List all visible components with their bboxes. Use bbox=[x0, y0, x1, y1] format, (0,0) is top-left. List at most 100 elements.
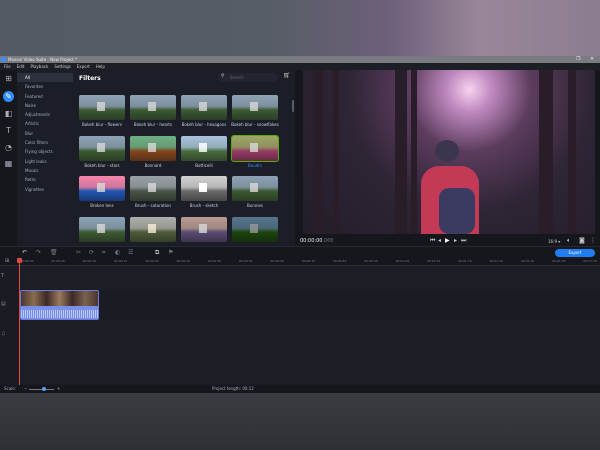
timeline-ruler[interactable]: ⊞ 00:00:00 00:00:05 00:00:10 00:00:15 00:00:… bbox=[0, 258, 600, 266]
filter-thumbnail[interactable] bbox=[232, 95, 278, 120]
ruler-tick-label: 00:00:30 bbox=[207, 259, 222, 263]
category-blur[interactable]: Blur bbox=[17, 129, 73, 138]
crop-icon[interactable]: ⌗ bbox=[102, 249, 105, 257]
category-all[interactable]: All bbox=[17, 73, 73, 83]
filter-label: Bunnies bbox=[246, 203, 263, 208]
filter-thumbnail[interactable] bbox=[79, 95, 125, 120]
category-noise[interactable]: Noise bbox=[17, 101, 73, 110]
filter-thumbnail[interactable] bbox=[181, 95, 227, 120]
filter-label: Bonnard bbox=[144, 163, 162, 168]
title-track[interactable] bbox=[18, 266, 600, 290]
rotate-icon[interactable]: ⟳ bbox=[89, 249, 94, 256]
filter-thumbnail[interactable] bbox=[231, 135, 279, 162]
filter-label: Bokeh blur - hexagons bbox=[181, 122, 227, 127]
ruler-tick-label: 00:00:50 bbox=[333, 259, 347, 263]
scale-slider-handle[interactable] bbox=[42, 387, 46, 391]
playhead-handle[interactable] bbox=[17, 258, 22, 263]
music-track[interactable] bbox=[18, 320, 600, 384]
timeline-tracks: T ▤ ♫ bbox=[0, 266, 600, 385]
undo-icon[interactable]: ↶ bbox=[22, 249, 27, 256]
category-vignettes[interactable]: Vignettes bbox=[17, 185, 73, 194]
filter-thumbnail[interactable] bbox=[130, 176, 176, 201]
more-options-icon[interactable]: ⋮ bbox=[590, 237, 596, 244]
menu-playback[interactable]: Playback bbox=[30, 63, 48, 70]
ruler-tick-label: 00:00:25 bbox=[176, 259, 190, 263]
menu-help[interactable]: Help bbox=[96, 63, 105, 70]
restore-icon[interactable]: ❐ bbox=[576, 56, 580, 63]
filter-thumbnail[interactable] bbox=[79, 136, 125, 161]
menu-settings[interactable]: Settings bbox=[54, 63, 70, 70]
filter-label: Bokeh blur - hearts bbox=[133, 122, 173, 127]
skip-start-icon[interactable]: ⏮ bbox=[430, 237, 435, 245]
close-icon[interactable]: ✕ bbox=[590, 56, 594, 63]
menu-edit[interactable]: Edit bbox=[17, 63, 25, 70]
cut-icon[interactable]: ✂ bbox=[76, 249, 81, 256]
filter-label: Brush - sketch bbox=[189, 203, 219, 208]
zoom-out-icon[interactable]: − bbox=[24, 385, 27, 393]
menu-file[interactable]: File bbox=[4, 63, 11, 70]
filter-thumbnail[interactable] bbox=[181, 217, 227, 242]
transitions-icon[interactable]: ◧ bbox=[3, 108, 14, 119]
filter-label: Bokeh blur - stars bbox=[84, 163, 120, 168]
stickers-icon[interactable]: ◔ bbox=[3, 142, 14, 153]
store-cart-icon[interactable]: 🛒︎ bbox=[283, 72, 291, 79]
aspect-ratio-select[interactable]: 16:9 ▾ bbox=[548, 239, 560, 244]
category-light-leaks[interactable]: Light leaks bbox=[17, 157, 73, 166]
category-mosaic[interactable]: Mosaic bbox=[17, 166, 73, 175]
more-tools-icon[interactable]: ▦ bbox=[3, 158, 14, 169]
ruler-tick-label: 00:00:15 bbox=[113, 259, 128, 263]
category-favorites[interactable]: Favorites bbox=[17, 82, 73, 91]
filter-thumbnail[interactable] bbox=[130, 217, 176, 242]
category-adjustments[interactable]: Adjustments bbox=[17, 110, 73, 119]
category-flying-objects[interactable]: Flying objects bbox=[17, 147, 73, 156]
category-artistic[interactable]: Artistic bbox=[17, 119, 73, 128]
filter-thumbnail[interactable] bbox=[79, 176, 125, 201]
import-icon[interactable]: ⊞ bbox=[3, 73, 14, 84]
filter-label: Boudin bbox=[248, 163, 262, 168]
menu-export[interactable]: Export bbox=[77, 63, 90, 70]
filter-thumbnail[interactable] bbox=[130, 95, 176, 120]
clip-audio-waveform bbox=[21, 306, 98, 319]
ruler-tick-label: 00:00:40 bbox=[270, 259, 284, 263]
filter-label: Bokeh blur - flowers bbox=[82, 122, 122, 127]
filter-thumbnail[interactable] bbox=[79, 217, 125, 242]
window-title: Movavi Video Suite - New Project * bbox=[8, 57, 78, 62]
preview-panel: 00:00:00.000 ⏮ ◂ ▶ ▸ ⏭ 16:9 ▾ 🔈︎ ◙ ⋮ bbox=[297, 70, 600, 246]
snapshot-icon[interactable]: ◙ bbox=[579, 237, 585, 244]
add-track-icon[interactable]: ⊞ bbox=[5, 258, 9, 264]
clip-thumbnails bbox=[21, 291, 98, 306]
filters-icon[interactable]: ✎ bbox=[3, 91, 14, 102]
playhead[interactable] bbox=[19, 258, 20, 385]
play-icon[interactable]: ▶ bbox=[445, 237, 450, 244]
filter-label: Broken lens bbox=[90, 203, 114, 208]
clip-properties-icon[interactable]: ☰ bbox=[128, 249, 133, 256]
category-featured[interactable]: Featured bbox=[17, 92, 73, 101]
filter-thumbnail[interactable] bbox=[181, 136, 227, 161]
export-button[interactable]: Export bbox=[555, 249, 595, 257]
category-retro[interactable]: Retro bbox=[17, 175, 73, 184]
prev-frame-icon[interactable]: ◂ bbox=[438, 237, 441, 244]
filter-thumbnail[interactable] bbox=[232, 176, 278, 201]
overlay-icon[interactable]: ⧉ bbox=[155, 249, 159, 257]
video-track-icon: ▤ bbox=[1, 301, 6, 307]
titles-icon[interactable]: T bbox=[3, 125, 14, 136]
scrollbar[interactable] bbox=[292, 100, 294, 112]
next-frame-icon[interactable]: ▸ bbox=[454, 237, 457, 244]
ruler-tick-label: 00:00:10 bbox=[82, 259, 97, 263]
video-clip[interactable] bbox=[20, 290, 99, 320]
color-adjust-icon[interactable]: ◐ bbox=[115, 249, 120, 256]
filter-thumbnail[interactable] bbox=[232, 217, 278, 242]
filter-label: Bokeh blur - snowflakes bbox=[231, 122, 279, 127]
redo-icon[interactable]: ↷ bbox=[36, 249, 41, 256]
search-input[interactable]: Search bbox=[218, 73, 278, 82]
zoom-in-icon[interactable]: + bbox=[57, 385, 60, 393]
delete-icon[interactable]: 🗑︎ bbox=[50, 249, 58, 256]
ruler-tick-label: 00:01:10 bbox=[458, 259, 472, 263]
filter-thumbnail[interactable] bbox=[130, 136, 176, 161]
marker-icon[interactable]: ⚑ bbox=[168, 249, 173, 256]
volume-icon[interactable]: 🔈︎ bbox=[567, 237, 571, 245]
filter-label: Botticelli bbox=[195, 163, 213, 168]
filter-thumbnail[interactable] bbox=[181, 176, 227, 201]
category-color-filters[interactable]: Color filters bbox=[17, 138, 73, 147]
skip-end-icon[interactable]: ⏭ bbox=[461, 237, 466, 245]
